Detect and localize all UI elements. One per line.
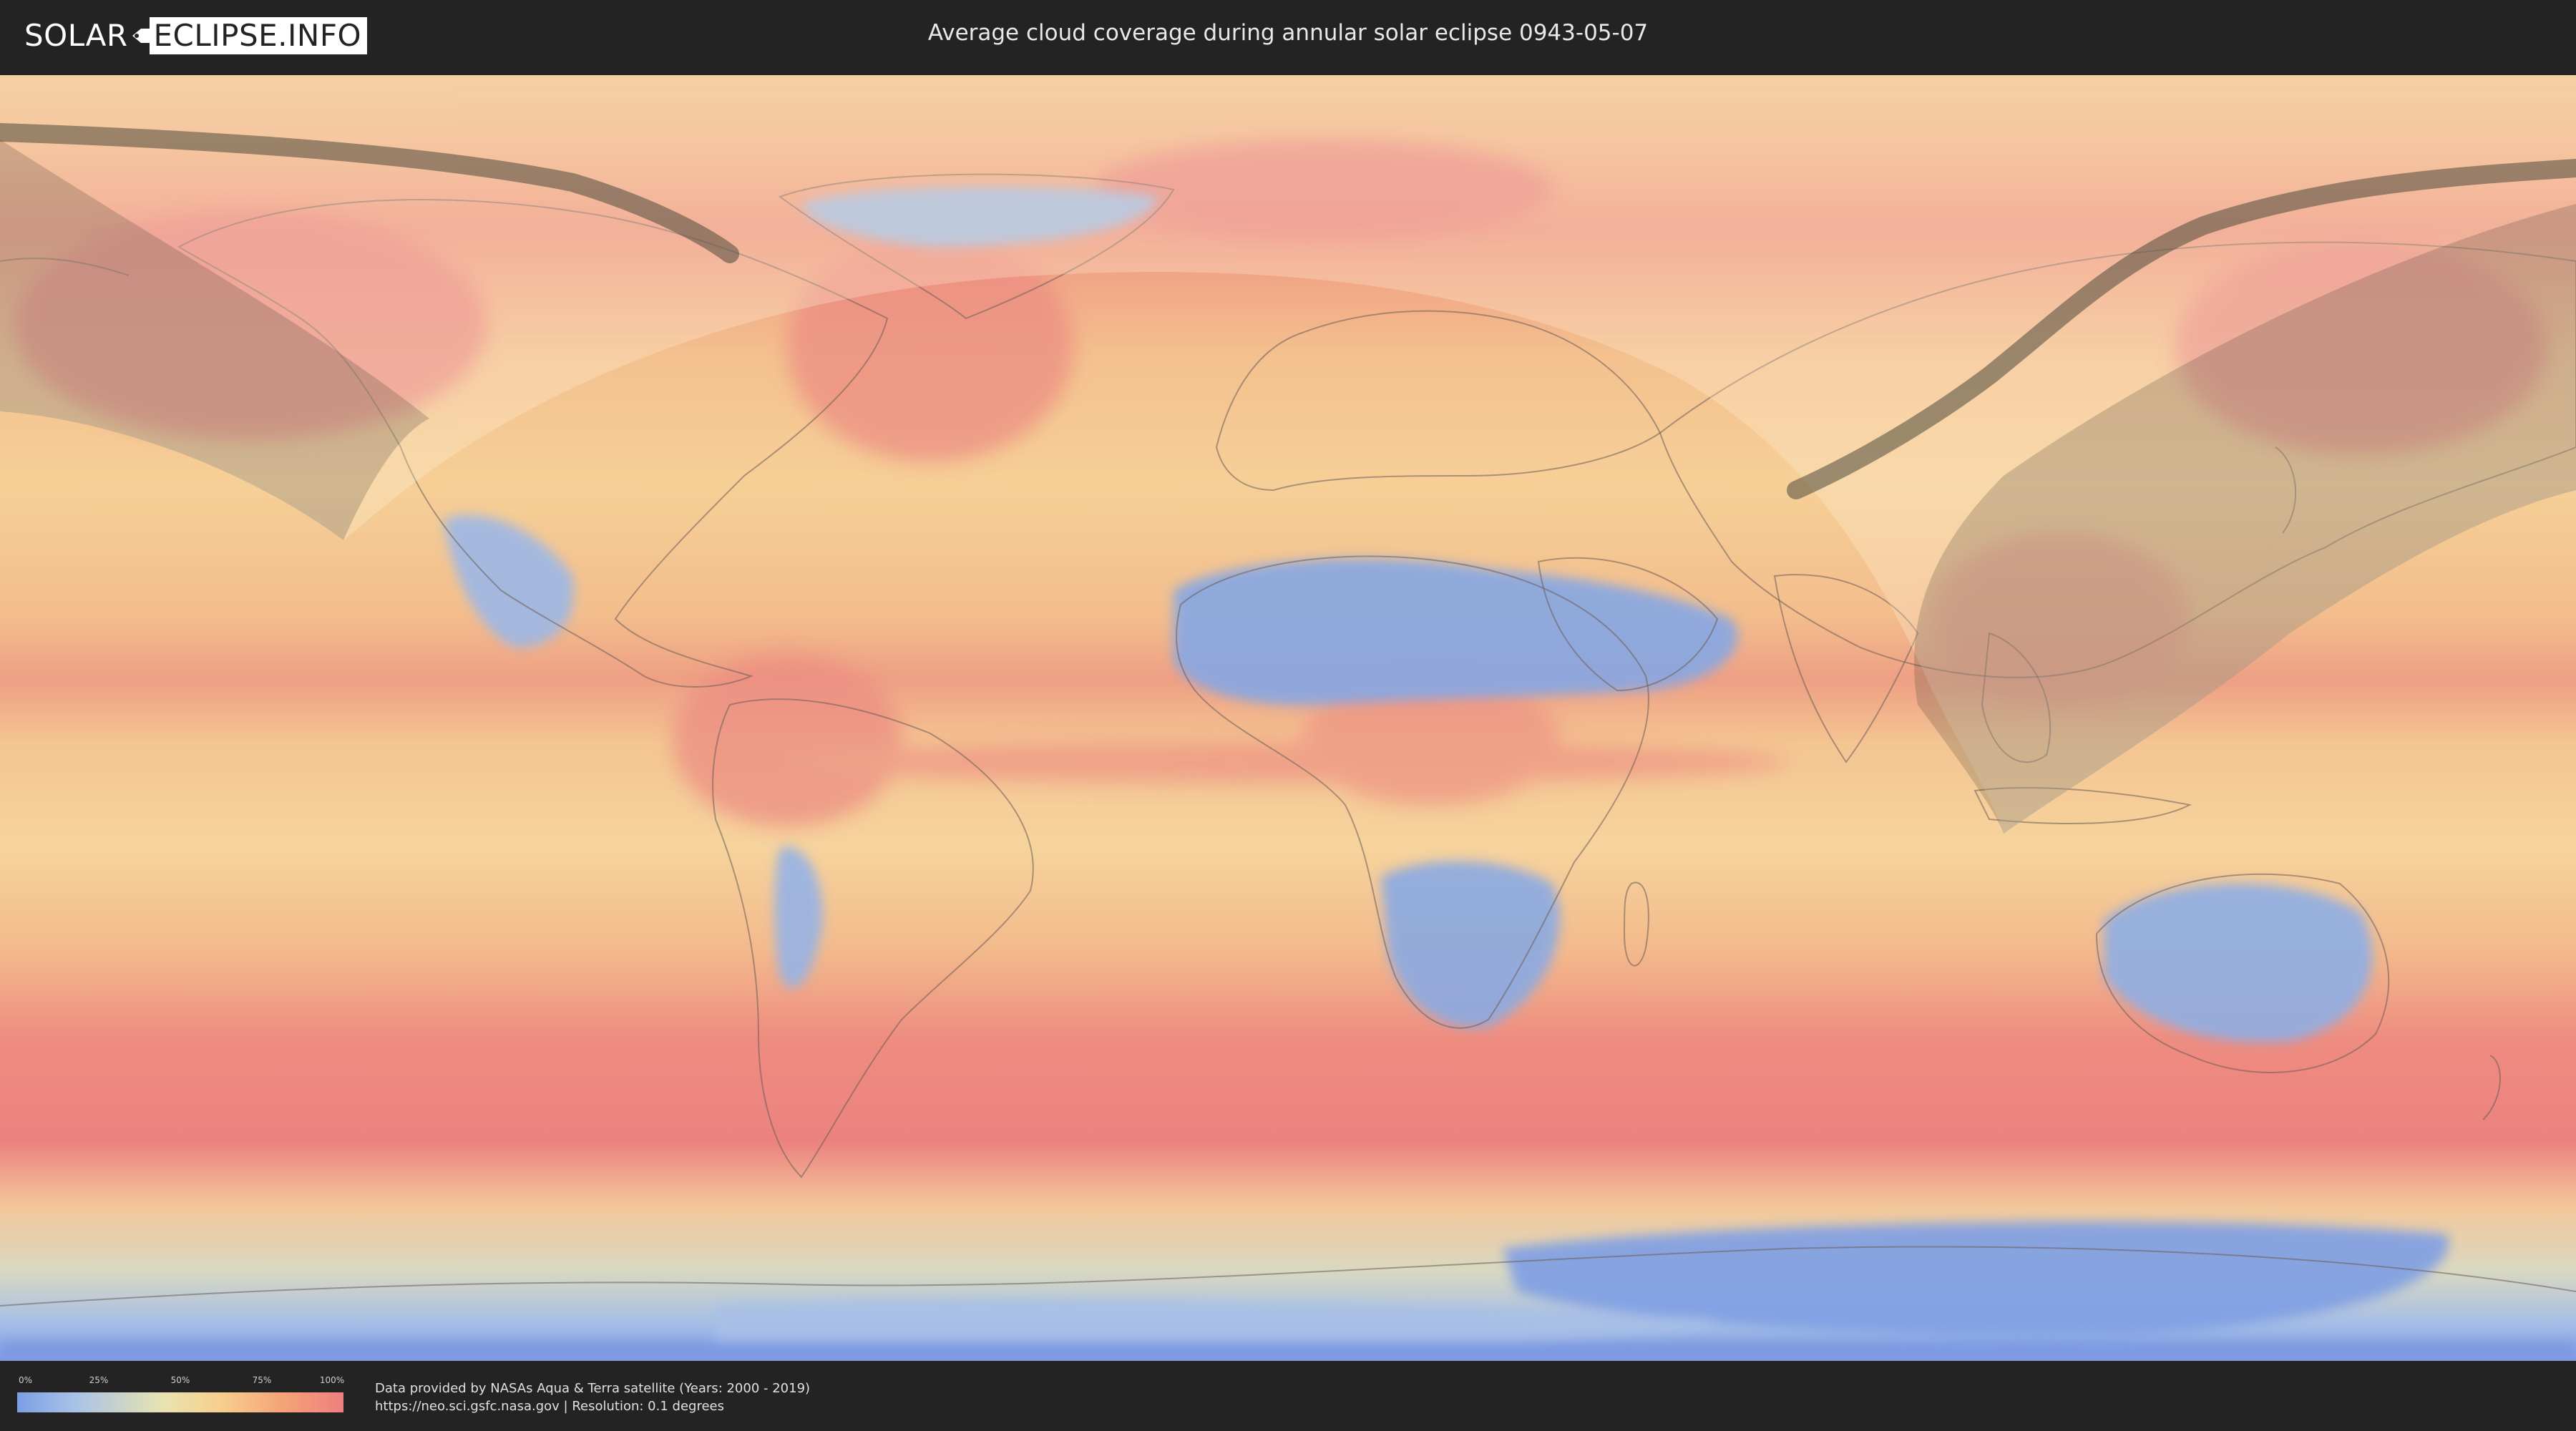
credit-line-url[interactable]: https://neo.sci.gsfc.nasa.gov | Resoluti… — [375, 1397, 810, 1415]
data-credits: Data provided by NASAs Aqua & Terra sate… — [375, 1379, 810, 1415]
cloud-coverage-legend: 0% 25% 50% 75% 100% — [17, 1375, 345, 1417]
legend-tick-0: 0% — [19, 1375, 33, 1385]
legend-tick-100: 100% — [319, 1375, 345, 1385]
page-root: SOLAR ECLIPSE.INFO Average cloud coverag… — [0, 0, 2576, 1431]
cloud-coverage-map[interactable] — [0, 75, 2576, 1361]
legend-tick-50: 50% — [170, 1375, 190, 1385]
header-bar: SOLAR ECLIPSE.INFO Average cloud coverag… — [0, 0, 2576, 72]
page-title: Average cloud coverage during annular so… — [927, 20, 1649, 46]
legend-tick-25: 25% — [89, 1375, 109, 1385]
credit-line-source: Data provided by NASAs Aqua & Terra sate… — [375, 1381, 811, 1396]
legend-color-bar — [17, 1392, 343, 1412]
legend-tick-75: 75% — [252, 1375, 272, 1385]
footer-bar: 0% 25% 50% 75% 100% Data provided by NAS… — [0, 1361, 2576, 1431]
